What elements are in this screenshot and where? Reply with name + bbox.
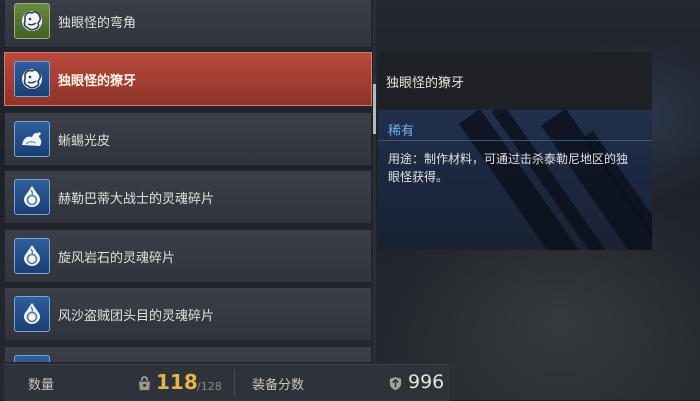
item-label: 旋风岩石的灵魂碎片 [58,250,176,266]
item-label: 蜥蜴光皮 [58,133,111,149]
item-label: 风沙盗贼团头目的灵魂碎片 [58,308,215,324]
item-icon-frame [14,121,50,157]
gear-score-label: 装备分数 [252,378,305,393]
soul-flame-icon [24,186,40,207]
scrollbar-thumb[interactable] [373,84,376,134]
soul-flame-icon [18,359,46,362]
item-row[interactable]: 风沙盗贼团头目的灵魂碎片 [4,287,372,341]
soul-flame-icon [24,303,40,324]
item-label: 独眼怪的獠牙 [58,73,137,89]
count-max: /128 [197,380,222,393]
item-icon-frame [14,238,50,274]
item-icon-frame [14,3,50,39]
item-description: 用途：制作材料，可通过击杀泰勒尼地区的独眼怪获得。 [388,152,629,184]
lion-head-icon [22,69,42,89]
item-list: 独眼怪的弯角 独眼怪的獠牙 蜥蜴光皮赫勒巴蒂大战士的灵魂碎片 旋风岩石的灵魂碎片风沙盗… [4,0,372,362]
lizard-hide-icon [22,132,42,146]
gear-score-icon [389,376,402,391]
lion-head-icon [22,11,42,31]
item-row[interactable]: 蜥蜴光皮 [4,112,372,166]
item-row[interactable]: 旋风岩石的灵魂碎片 [4,229,372,283]
gear-score-value: 996 [408,371,445,393]
item-row[interactable] [4,346,372,362]
item-label: 赫勒巴蒂大战士的灵魂碎片 [58,191,215,207]
rarity-divider [378,140,652,141]
item-row[interactable]: 独眼怪的獠牙 [4,52,372,106]
bag-icon [138,376,151,391]
rarity-label: 稀有 [388,124,415,139]
detail-header: 独眼怪的獠牙 [378,52,652,110]
count-label: 数量 [28,378,55,393]
detail-body: 稀有 用途：制作材料，可通过击杀泰勒尼地区的独眼怪获得。 [378,110,652,250]
item-row[interactable]: 赫勒巴蒂大战士的灵魂碎片 [4,170,372,224]
count-value: 118 [156,370,198,394]
detail-title: 独眼怪的獠牙 [386,75,465,91]
item-icon-frame [14,179,50,215]
item-detail-panel: 独眼怪的獠牙 稀有 用途：制作材料，可通过击杀泰勒尼地区的独眼怪获得。 [378,52,652,250]
item-row[interactable]: 独眼怪的弯角 [4,0,372,48]
item-icon-frame [14,61,50,97]
footer-divider [234,369,235,397]
soul-flame-icon [24,245,40,266]
inventory-footer: 数量 118 /128 装备分数 996 [4,364,450,401]
item-icon-frame [14,355,50,362]
item-label: 独眼怪的弯角 [58,15,137,31]
item-list-scrollbar[interactable] [373,0,376,362]
item-icon-frame [14,296,50,332]
